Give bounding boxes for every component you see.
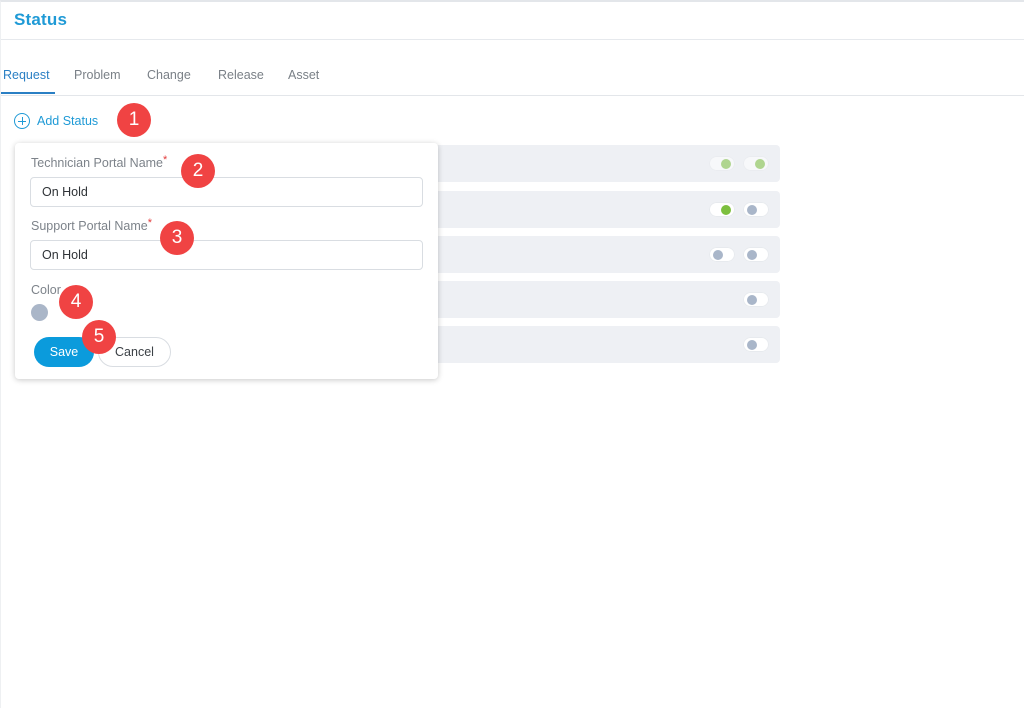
tab-release[interactable]: Release: [218, 68, 264, 82]
toggle-knob: [747, 340, 757, 350]
toggle-switch[interactable]: [743, 156, 769, 171]
status-tabs: Request Problem Change Release Asset: [1, 58, 1024, 96]
technician-portal-name-text: Technician Portal Name: [31, 156, 164, 170]
toggle-knob: [721, 159, 731, 169]
technician-portal-name-label: Technician Portal Name*: [31, 154, 168, 170]
callout-marker-5: 5: [82, 320, 116, 354]
plus-circle-icon: [14, 113, 30, 129]
callout-marker-2: 2: [181, 154, 215, 188]
color-label: Color: [31, 283, 61, 297]
toggle-knob: [747, 295, 757, 305]
tab-change[interactable]: Change: [147, 68, 191, 82]
active-tab-indicator: [1, 92, 55, 94]
toggle-knob: [755, 159, 765, 169]
toggle-switch[interactable]: [743, 292, 769, 307]
page-header: Status: [1, 2, 1024, 40]
add-status-label: Add Status: [37, 114, 99, 128]
support-portal-name-label: Support Portal Name*: [31, 217, 153, 233]
page-title: Status: [14, 10, 68, 29]
technician-portal-name-input[interactable]: [30, 177, 423, 207]
callout-marker-1: 1: [117, 103, 151, 137]
toggle-switch[interactable]: [743, 247, 769, 262]
callout-marker-3: 3: [160, 221, 194, 255]
tab-problem[interactable]: Problem: [74, 68, 121, 82]
tab-asset[interactable]: Asset: [288, 68, 319, 82]
toggle-knob: [713, 250, 723, 260]
add-status-form: Technician Portal Name* Support Portal N…: [15, 143, 438, 379]
support-portal-name-text: Support Portal Name: [31, 219, 148, 233]
required-marker: *: [147, 217, 153, 229]
color-picker-swatch[interactable]: [31, 304, 48, 321]
toggle-switch[interactable]: [709, 247, 735, 262]
toggle-switch[interactable]: [709, 202, 735, 217]
required-marker: *: [163, 154, 168, 166]
toggle-knob: [747, 205, 757, 215]
toggle-switch[interactable]: [743, 337, 769, 352]
toggle-switch[interactable]: [743, 202, 769, 217]
callout-marker-4: 4: [59, 285, 93, 319]
toggle-knob: [721, 205, 731, 215]
add-status-button[interactable]: Add Status: [14, 112, 98, 130]
support-portal-name-input[interactable]: [30, 240, 423, 270]
toggle-knob: [747, 250, 757, 260]
toggle-switch[interactable]: [709, 156, 735, 171]
app-window: Status Request Problem Change Release As…: [0, 0, 1024, 708]
tab-request[interactable]: Request: [3, 68, 50, 82]
